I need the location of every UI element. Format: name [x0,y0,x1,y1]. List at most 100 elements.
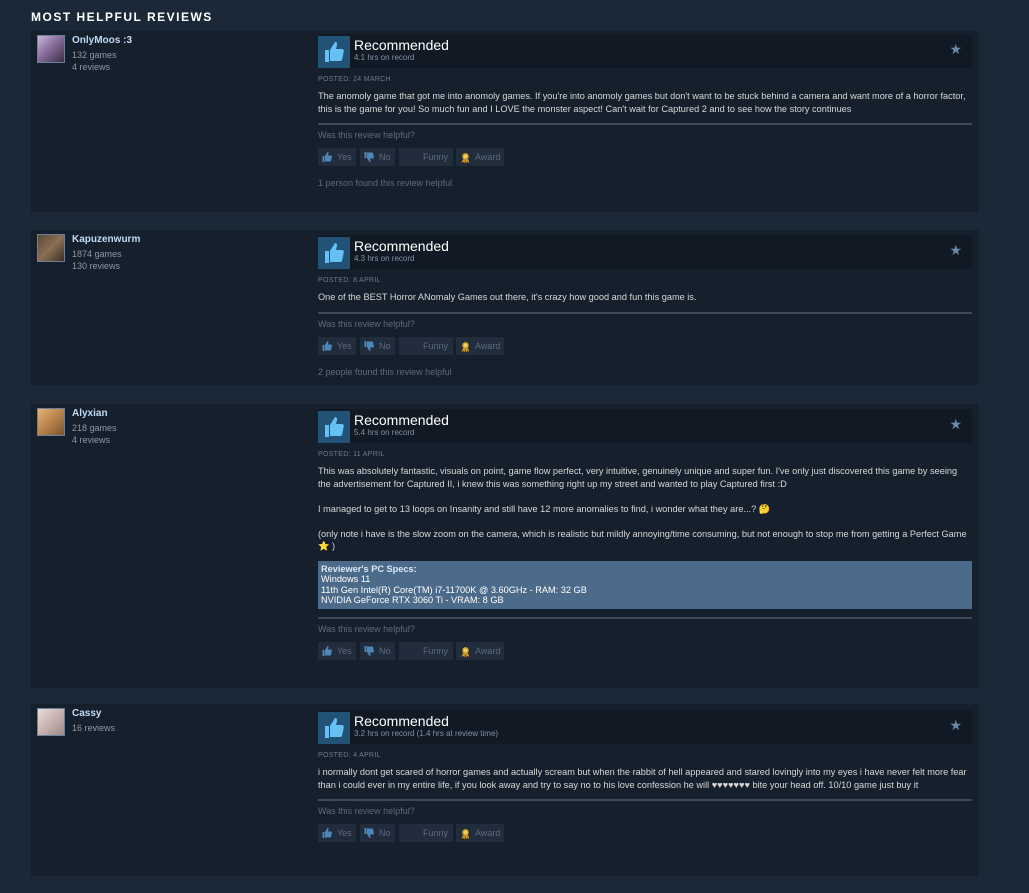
vote-header[interactable]: Recommended 4.3 hrs on record ★ [318,235,972,269]
review-count[interactable]: 4 reviews [72,434,302,446]
pc-specs-heading: Reviewer's PC Specs: [321,563,417,574]
found-helpful: 2 people found this review helpful [318,366,452,377]
section-title: MOST HELPFUL REVIEWS [31,10,213,24]
games-owned[interactable]: 218 games [72,422,302,434]
thumbs-up-icon [318,237,350,269]
star-icon[interactable]: ★ [949,243,962,257]
review-paragraph: One of the BEST Horror ANomaly Games out… [318,292,697,302]
award-label: Award [475,828,501,838]
review-paragraph: This was absolutely fantastic, visuals o… [318,466,958,489]
reviewer-name[interactable]: OnlyMoos :3 [72,35,302,47]
no-button[interactable]: No [360,641,395,660]
thumbs-up-icon [318,411,350,443]
funny-label: Funny [423,152,449,162]
review-card: Cassy 16 reviews Recommended 3.2 hrs on … [31,704,979,876]
thumbs-up-icon [322,828,332,838]
funny-label: Funny [423,828,449,838]
posted-date: POSTED: 11 APRIL [318,451,385,458]
yes-label: Yes [337,340,352,351]
star-icon[interactable]: ★ [949,718,962,732]
funny-button[interactable]: Funny [399,824,453,842]
avatar[interactable] [37,234,65,262]
funny-label: Funny [423,645,449,656]
review-paragraph: i normally dont get scared of horror gam… [318,767,967,790]
pc-specs-os: Windows 11 [321,574,371,584]
review-body: Recommended 4.1 hrs on record ★ POSTED: … [318,34,972,189]
award-label: Award [475,152,501,162]
posted-date: POSTED: 24 MARCH [318,76,391,83]
yes-button[interactable]: Yes [318,641,356,660]
review-paragraph: The anomoly game that got me into anomol… [318,91,966,114]
review-paragraph: (only note i have is the slow zoom on th… [318,528,967,552]
yes-label: Yes [337,152,352,162]
reviewer-name[interactable]: Alyxian [72,408,302,420]
vote-header[interactable]: Recommended 5.4 hrs on record ★ [318,409,972,443]
funny-button[interactable]: Funny [399,336,453,355]
thumbs-down-icon [364,152,374,162]
avatar[interactable] [37,408,65,436]
award-button[interactable]: Award [456,824,504,842]
no-button[interactable]: No [360,336,395,355]
review-paragraph: I managed to get to 13 loops on Insanity… [318,503,771,514]
award-icon [461,829,470,840]
verdict-title: Recommended [354,412,449,428]
vote-buttons: Yes No Funny Award [318,336,972,355]
no-button[interactable]: No [360,824,395,842]
thumbs-up-icon [322,645,332,656]
reviewer-name[interactable]: Kapuzenwurm [72,234,302,246]
thumbs-up-icon [318,712,350,744]
pc-specs-gpu: NVIDIA GeForce RTX 3060 Ti - VRAM: 8 GB [321,595,504,605]
no-label: No [379,828,391,838]
thumbs-down-icon [364,828,374,838]
funny-button[interactable]: Funny [399,641,453,660]
games-owned[interactable]: 132 games [72,49,302,61]
vote-header[interactable]: Recommended 4.1 hrs on record ★ [318,34,972,68]
no-label: No [379,645,391,656]
verdict-title: Recommended [354,238,449,254]
thumbs-down-icon [364,340,374,351]
vote-buttons: Yes No Funny Award [318,148,972,166]
pc-specs-box: Reviewer's PC Specs: Windows 11 11th Gen… [318,560,972,609]
helpful-prompt: Was this review helpful? [318,623,415,634]
yes-button[interactable]: Yes [318,824,356,842]
star-icon[interactable]: ★ [949,42,962,56]
award-icon [461,341,470,352]
helpful-prompt: Was this review helpful? [318,130,415,140]
helpful-prompt: Was this review helpful? [318,318,415,329]
review-count[interactable]: 16 reviews [72,722,302,734]
hours-on-record: 4.3 hrs on record [354,254,415,263]
avatar[interactable] [37,35,65,63]
hours-on-record: 3.2 hrs on record (1.4 hrs at review tim… [354,729,499,738]
divider [318,311,972,314]
verdict-title: Recommended [354,713,449,729]
divider [318,799,972,801]
award-icon [461,646,470,657]
helpful-prompt: Was this review helpful? [318,806,415,816]
award-button[interactable]: Award [456,148,504,166]
vote-header[interactable]: Recommended 3.2 hrs on record (1.4 hrs a… [318,710,972,744]
review-text: The anomoly game that got me into anomol… [318,90,972,115]
thumbs-up-icon [322,340,332,351]
found-helpful: 1 person found this review helpful [318,178,453,188]
yes-label: Yes [337,828,352,838]
divider [318,616,972,619]
funny-button[interactable]: Funny [399,148,453,166]
star-icon[interactable]: ★ [949,417,962,431]
reviewer-name[interactable]: Cassy [72,708,302,720]
games-owned[interactable]: 1874 games [72,248,302,260]
yes-button[interactable]: Yes [318,148,356,166]
review-count[interactable]: 4 reviews [72,61,302,73]
award-label: Award [475,340,501,351]
thumbs-up-icon [318,36,350,68]
thumbs-down-icon [364,645,374,656]
review-count[interactable]: 130 reviews [72,260,302,272]
yes-button[interactable]: Yes [318,336,356,355]
award-button[interactable]: Award [456,641,504,660]
award-button[interactable]: Award [456,336,504,355]
no-button[interactable]: No [360,148,395,166]
review-text: This was absolutely fantastic, visuals o… [318,465,972,553]
avatar[interactable] [37,708,65,736]
pc-specs-cpu: 11th Gen Intel(R) Core(TM) i7-11700K @ 3… [321,584,587,595]
review-card: Alyxian 218 games 4 reviews Recommended … [31,404,979,688]
posted-date: POSTED: 8 APRIL [318,277,381,284]
